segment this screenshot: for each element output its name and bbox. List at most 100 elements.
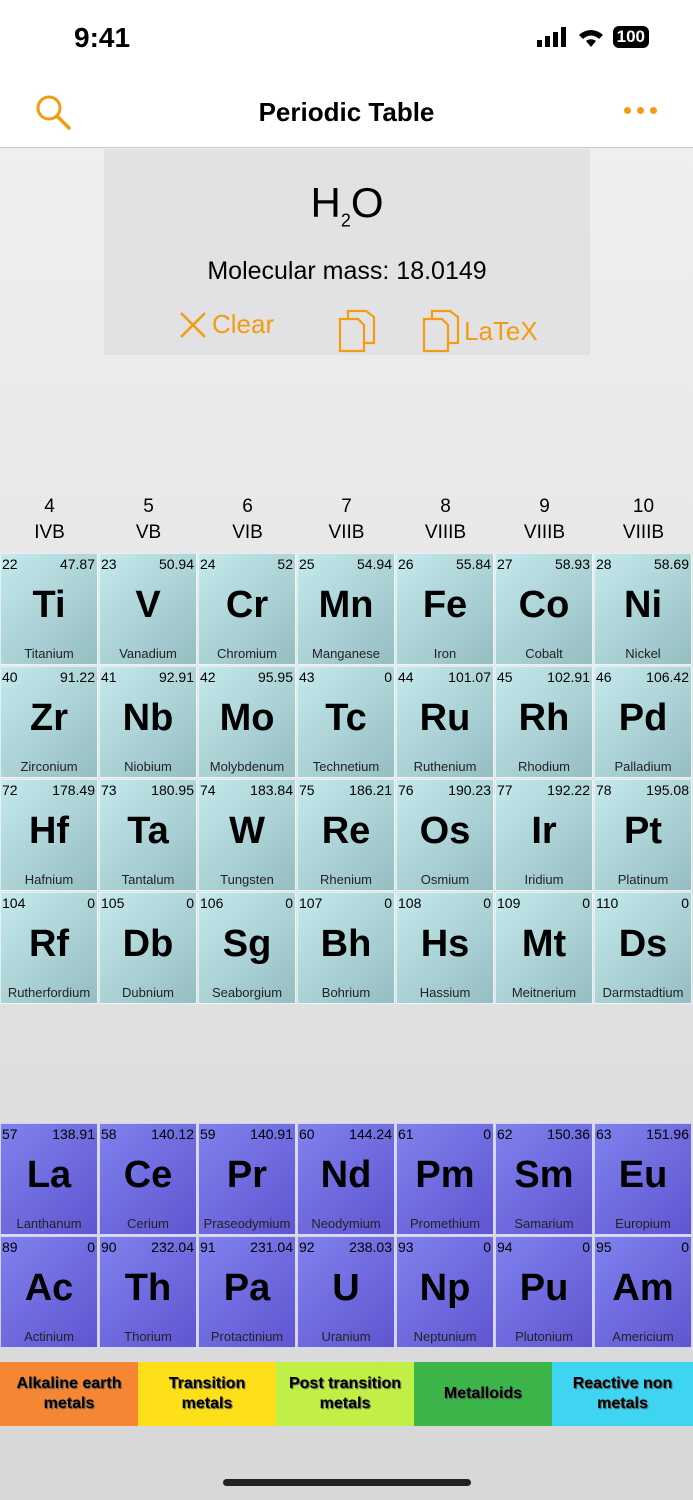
group-number: 9 (539, 496, 550, 517)
element-cell-ta[interactable]: 73 180.95 Ta Tantalum (99, 779, 197, 891)
atomic-mass: 0 (87, 895, 95, 911)
element-cell-ni[interactable]: 28 58.69 Ni Nickel (594, 553, 692, 665)
copy-latex-button[interactable]: LaTeX (422, 309, 538, 353)
more-icon[interactable] (624, 107, 657, 114)
element-symbol: Hs (420, 923, 470, 965)
element-name: Molybdenum (209, 759, 285, 774)
home-indicator (223, 1479, 471, 1486)
atomic-number: 94 (497, 1239, 513, 1255)
atomic-number: 28 (596, 556, 612, 572)
formula-panel: H2O Molecular mass: 18.0149 Clear LaTeX (104, 149, 590, 355)
element-cell-co[interactable]: 27 58.93 Co Cobalt (495, 553, 593, 665)
element-name: Iron (433, 646, 457, 661)
atomic-mass: 140.12 (151, 1126, 194, 1142)
element-cell-ds[interactable]: 110 0 Ds Darmstadtium (594, 892, 692, 1004)
atomic-mass: 183.84 (250, 782, 293, 798)
element-cell-ac[interactable]: 89 0 Ac Actinium (0, 1236, 98, 1348)
element-cell-u[interactable]: 92 238.03 U Uranium (297, 1236, 395, 1348)
element-name: Lanthanum (16, 1216, 82, 1231)
element-cell-ir[interactable]: 77 192.22 Ir Iridium (495, 779, 593, 891)
group-roman: VB (135, 522, 162, 543)
element-cell-zr[interactable]: 40 91.22 Zr Zirconium (0, 666, 98, 778)
element-cell-ti[interactable]: 22 47.87 Ti Titanium (0, 553, 98, 665)
group-header: 7 VIIB (297, 494, 396, 546)
copy-button[interactable] (338, 309, 376, 353)
element-cell-hf[interactable]: 72 178.49 Hf Hafnium (0, 779, 98, 891)
element-symbol: Nd (320, 1154, 372, 1196)
element-cell-sm[interactable]: 62 150.36 Sm Samarium (495, 1123, 593, 1235)
atomic-mass: 58.93 (554, 556, 590, 572)
element-name: Meitnerium (511, 985, 577, 1000)
legend-alkaline-earth-metals[interactable]: Alkaline earth metals (0, 1362, 138, 1426)
group-header: 9 VIIIB (495, 494, 594, 546)
atomic-mass: 178.49 (52, 782, 95, 798)
atomic-mass: 58.69 (653, 556, 689, 572)
element-cell-np[interactable]: 93 0 Np Neptunium (396, 1236, 494, 1348)
element-cell-cr[interactable]: 24 52 Cr Chromium (198, 553, 296, 665)
element-cell-bh[interactable]: 107 0 Bh Bohrium (297, 892, 395, 1004)
atomic-number: 76 (398, 782, 414, 798)
atomic-number: 91 (200, 1239, 216, 1255)
atomic-number: 61 (398, 1126, 414, 1142)
atomic-number: 27 (497, 556, 513, 572)
clear-button[interactable]: Clear (178, 309, 274, 340)
atomic-number: 106 (200, 895, 224, 911)
atomic-number: 93 (398, 1239, 414, 1255)
element-cell-pt[interactable]: 78 195.08 Pt Platinum (594, 779, 692, 891)
element-cell-th[interactable]: 90 232.04 Th Thorium (99, 1236, 197, 1348)
element-symbol: Tc (325, 697, 367, 739)
element-cell-sg[interactable]: 106 0 Sg Seaborgium (198, 892, 296, 1004)
atomic-number: 62 (497, 1126, 513, 1142)
atomic-number: 57 (2, 1126, 18, 1142)
atomic-number: 40 (2, 669, 18, 685)
element-cell-re[interactable]: 75 186.21 Re Rhenium (297, 779, 395, 891)
close-icon (180, 311, 206, 338)
atomic-number: 90 (101, 1239, 117, 1255)
legend-transition-metals[interactable]: Transition metals (138, 1362, 276, 1426)
element-cell-am[interactable]: 95 0 Am Americium (594, 1236, 692, 1348)
copy-icon (338, 309, 376, 353)
element-cell-rh[interactable]: 45 102.91 Rh Rhodium (495, 666, 593, 778)
element-cell-hs[interactable]: 108 0 Hs Hassium (396, 892, 494, 1004)
element-symbol: Sm (514, 1154, 574, 1196)
element-cell-ru[interactable]: 44 101.07 Ru Ruthenium (396, 666, 494, 778)
status-time: 9:41 (74, 22, 131, 53)
element-cell-pr[interactable]: 59 140.91 Pr Praseodymium (198, 1123, 296, 1235)
element-cell-mt[interactable]: 109 0 Mt Meitnerium (495, 892, 593, 1004)
element-name: Ruthenium (413, 759, 477, 774)
element-cell-v[interactable]: 23 50.94 V Vanadium (99, 553, 197, 665)
legend-reactive-non-metals[interactable]: Reactive non metals (552, 1362, 693, 1426)
element-cell-ce[interactable]: 58 140.12 Ce Cerium (99, 1123, 197, 1235)
atomic-mass: 0 (582, 1239, 590, 1255)
legend-metalloids[interactable]: Metalloids (414, 1362, 552, 1426)
atomic-number: 73 (101, 782, 117, 798)
element-name: Tungsten (220, 872, 274, 887)
element-cell-fe[interactable]: 26 55.84 Fe Iron (396, 553, 494, 665)
element-cell-pa[interactable]: 91 231.04 Pa Protactinium (198, 1236, 296, 1348)
atomic-number: 22 (2, 556, 18, 572)
element-cell-db[interactable]: 105 0 Db Dubnium (99, 892, 197, 1004)
element-cell-rf[interactable]: 104 0 Rf Rutherfordium (0, 892, 98, 1004)
legend-post-transition-metals[interactable]: Post transition metals (276, 1362, 414, 1426)
atomic-mass: 0 (681, 1239, 689, 1255)
element-symbol: Hf (28, 810, 70, 852)
element-cell-mo[interactable]: 42 95.95 Mo Molybdenum (198, 666, 296, 778)
element-cell-tc[interactable]: 43 0 Tc Technetium (297, 666, 395, 778)
element-cell-pu[interactable]: 94 0 Pu Plutonium (495, 1236, 593, 1348)
element-cell-os[interactable]: 76 190.23 Os Osmium (396, 779, 494, 891)
element-cell-nd[interactable]: 60 144.24 Nd Neodymium (297, 1123, 395, 1235)
element-cell-pm[interactable]: 61 0 Pm Promethium (396, 1123, 494, 1235)
element-cell-mn[interactable]: 25 54.94 Mn Manganese (297, 553, 395, 665)
element-cell-la[interactable]: 57 138.91 La Lanthanum (0, 1123, 98, 1235)
element-cell-pd[interactable]: 46 106.42 Pd Palladium (594, 666, 692, 778)
element-symbol: Re (321, 810, 371, 852)
atomic-mass: 101.07 (448, 669, 491, 685)
element-cell-w[interactable]: 74 183.84 W Tungsten (198, 779, 296, 891)
formula-display: H2O (310, 179, 384, 231)
atomic-number: 75 (299, 782, 315, 798)
molecular-mass: Molecular mass: 18.0149 (207, 257, 487, 285)
element-cell-eu[interactable]: 63 151.96 Eu Europium (594, 1123, 692, 1235)
atomic-mass: 192.22 (547, 782, 590, 798)
element-cell-nb[interactable]: 41 92.91 Nb Niobium (99, 666, 197, 778)
element-name: Hafnium (24, 872, 74, 887)
